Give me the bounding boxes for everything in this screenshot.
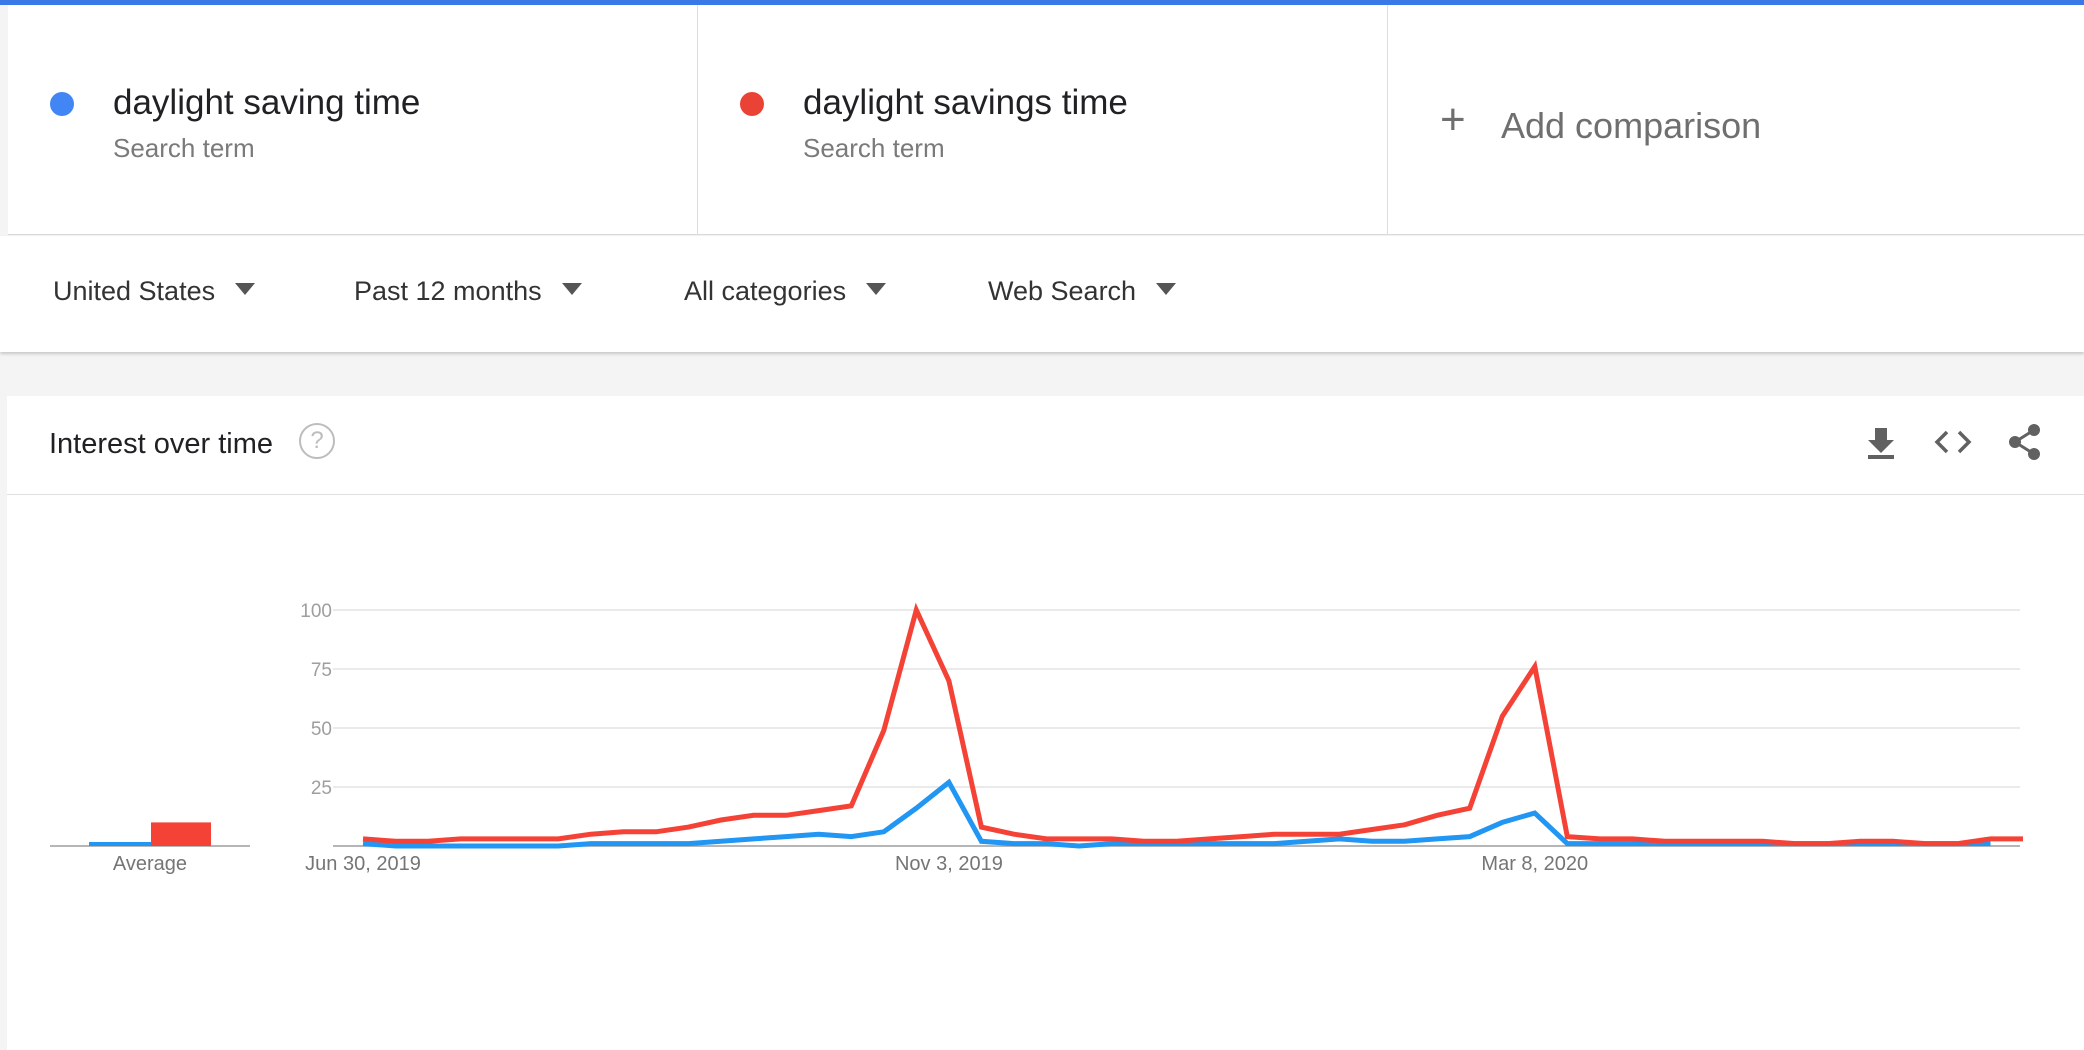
search-type-filter-dropdown[interactable]: Web Search <box>988 276 1177 307</box>
search-type-filter-label: Web Search <box>988 276 1137 306</box>
time-range-filter-dropdown[interactable]: Past 12 months <box>354 276 582 307</box>
add-comparison-label: Add comparison <box>1501 105 1762 146</box>
category-filter-dropdown[interactable]: All categories <box>684 276 887 307</box>
y-tick-label: 25 <box>311 778 332 799</box>
y-tick-label: 100 <box>300 601 332 622</box>
card-title: Interest over time <box>49 428 274 460</box>
time-range-filter-label: Past 12 months <box>354 276 542 306</box>
plus-icon: + <box>1440 95 1466 144</box>
average-label: Average <box>113 853 187 875</box>
dropdown-caret-icon <box>866 282 887 295</box>
term-1-name: daylight saving time <box>113 83 421 122</box>
y-tick-label: 75 <box>311 660 332 681</box>
average-bar-1 <box>89 842 151 846</box>
dropdown-caret-icon <box>561 282 582 295</box>
term-2-color-dot <box>740 92 764 116</box>
x-tick-label: Mar 8, 2020 <box>1481 853 1588 875</box>
question-circle-icon[interactable]: ? <box>299 423 335 459</box>
interest-over-time-chart: 25 50 75 100 Jun 30, 2019 Nov 3, 2019 Mar 8, 2… <box>50 601 2023 875</box>
embed-code-icon[interactable] <box>1933 422 1973 462</box>
term-1-color-dot <box>50 92 74 116</box>
card-header: Interest over time ? <box>7 396 2084 495</box>
region-filter-dropdown[interactable]: United States <box>53 276 256 307</box>
series-line-1 <box>362 778 1991 849</box>
term-2-name: daylight savings time <box>803 83 1128 122</box>
x-tick-label: Jun 30, 2019 <box>305 853 421 875</box>
dropdown-caret-icon <box>235 282 256 295</box>
term-1-type: Search term <box>113 133 255 163</box>
series-line-2 <box>362 602 2023 847</box>
filters-bar: United States Past 12 months All categor… <box>0 236 2084 352</box>
category-filter-label: All categories <box>684 276 847 306</box>
share-icon[interactable] <box>2005 422 2045 462</box>
region-filter-label: United States <box>53 276 216 306</box>
interest-over-time-card: Interest over time ? 25 50 75 100 Jun 30, 20… <box>7 396 2084 1050</box>
dropdown-caret-icon <box>1156 282 1177 295</box>
search-term-2[interactable]: daylight savings time Search term <box>698 5 1388 235</box>
y-tick-label: 50 <box>311 719 332 740</box>
average-bar-2 <box>151 822 211 846</box>
x-tick-label: Nov 3, 2019 <box>895 853 1003 875</box>
add-comparison-button[interactable]: + Add comparison <box>1388 5 2078 234</box>
download-icon[interactable] <box>1861 422 1901 462</box>
term-2-type: Search term <box>803 133 945 163</box>
search-terms-bar: daylight saving time Search term dayligh… <box>8 5 2084 235</box>
search-term-1[interactable]: daylight saving time Search term <box>8 5 698 235</box>
